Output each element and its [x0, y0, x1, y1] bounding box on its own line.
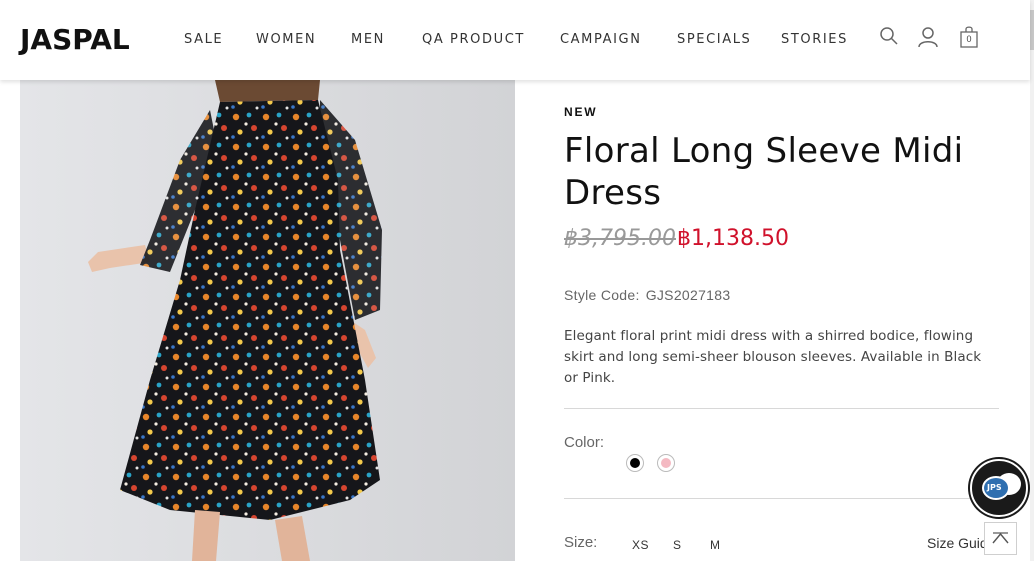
- nav-item-campaign[interactable]: CAMPAIGN: [560, 32, 642, 47]
- user-icon[interactable]: [917, 26, 939, 53]
- product-description: Elegant floral print midi dress with a s…: [564, 328, 982, 386]
- color-swatch-black[interactable]: [626, 454, 644, 472]
- style-code: Style Code: GJS2027183: [564, 287, 730, 303]
- nav-item-sale[interactable]: SALE: [184, 32, 223, 47]
- original-price: ฿3,795.00: [564, 226, 676, 251]
- nav-item-men[interactable]: MEN: [351, 32, 385, 47]
- back-to-top-button[interactable]: [984, 522, 1017, 555]
- scrollbar-thumb[interactable]: [1030, 10, 1034, 50]
- nav-item-stories[interactable]: STORIES: [781, 32, 848, 47]
- search-icon[interactable]: [879, 26, 899, 51]
- color-swatch-pink[interactable]: [657, 454, 675, 472]
- size-option-xs[interactable]: XS: [632, 538, 649, 552]
- chat-label: JPS: [987, 483, 1002, 492]
- divider: [564, 498, 999, 499]
- size-label: Size:: [564, 534, 598, 551]
- nav-item-women[interactable]: WOMEN: [256, 32, 316, 47]
- color-dot-pink: [661, 458, 671, 468]
- color-label: Color:: [564, 434, 605, 451]
- nav-item-qa-product[interactable]: QA PRODUCT: [422, 32, 525, 47]
- color-dot-black: [630, 458, 640, 468]
- product-title: Floral Long Sleeve Midi Dress: [564, 131, 964, 213]
- site-header: JASPAL SALE WOMEN MEN QA PRODUCT CAMPAIG…: [0, 0, 1030, 80]
- size-option-s[interactable]: S: [673, 538, 682, 552]
- style-code-label: Style Code:: [564, 287, 640, 303]
- jaspal-logo[interactable]: JASPAL: [20, 23, 130, 57]
- divider: [564, 408, 999, 409]
- new-badge: NEW: [564, 105, 598, 119]
- shopping-bag-icon[interactable]: 0: [960, 25, 978, 49]
- bag-count: 0: [966, 34, 972, 44]
- chat-button[interactable]: JPS: [970, 459, 1028, 517]
- nav-item-specials[interactable]: SPECIALS: [677, 32, 751, 47]
- style-code-value: GJS2027183: [645, 287, 731, 303]
- arrow-up-icon: [992, 532, 1009, 544]
- product-image[interactable]: [20, 80, 515, 561]
- sale-price: ฿1,138.50: [677, 226, 789, 251]
- page-scrollbar[interactable]: [1030, 0, 1034, 561]
- size-option-m[interactable]: M: [710, 538, 721, 552]
